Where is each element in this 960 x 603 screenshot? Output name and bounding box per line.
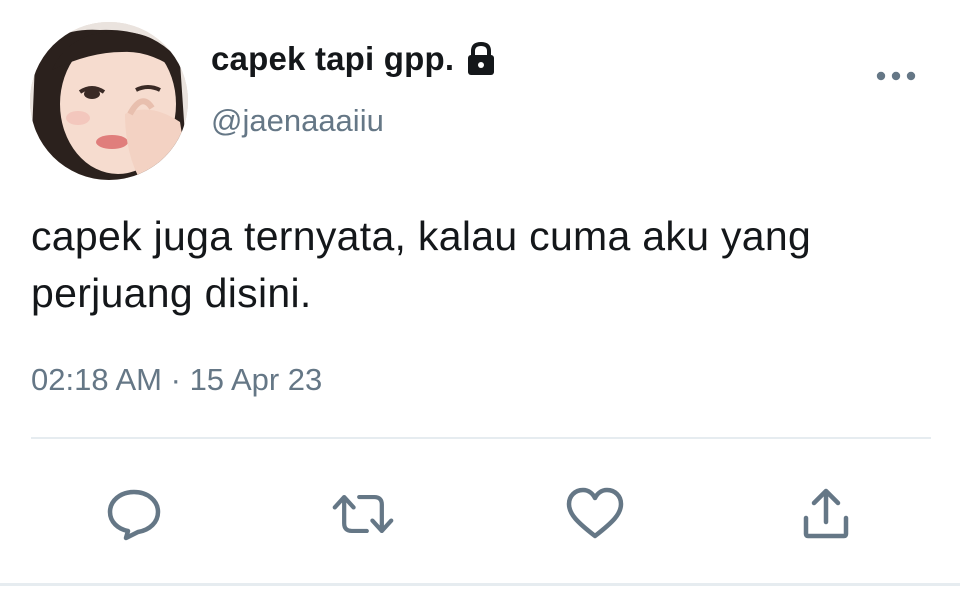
reply-icon	[107, 489, 161, 541]
more-horizontal-icon	[876, 71, 916, 81]
tweet-timestamp[interactable]: 02:18 AM · 15 Apr 23	[31, 362, 322, 398]
share-button[interactable]	[794, 482, 858, 546]
like-button[interactable]	[563, 482, 627, 546]
avatar-image	[30, 22, 188, 180]
retweet-button[interactable]	[331, 482, 395, 546]
user-handle[interactable]: @jaenaaaiiu	[211, 103, 384, 139]
bottom-divider	[0, 583, 960, 586]
retweet-icon	[332, 494, 394, 534]
divider	[31, 437, 931, 439]
heart-icon	[566, 487, 624, 539]
name-row: capek tapi gpp.	[211, 40, 498, 78]
more-options-button[interactable]	[872, 62, 920, 90]
tweet-time: 02:18 AM	[31, 362, 162, 397]
reply-button[interactable]	[102, 482, 166, 546]
tweet-text: capek juga ternyata, kalau cuma aku yang…	[31, 213, 812, 316]
tweet-date: 15 Apr 23	[189, 362, 323, 397]
display-name[interactable]: capek tapi gpp.	[211, 40, 454, 78]
lock-icon	[464, 41, 498, 77]
share-icon	[803, 488, 849, 539]
avatar[interactable]	[30, 22, 188, 180]
tweet-detail: capek tapi gpp. @jaenaaaiiu capek juga t…	[0, 0, 960, 603]
meta-separator: ·	[170, 362, 181, 397]
